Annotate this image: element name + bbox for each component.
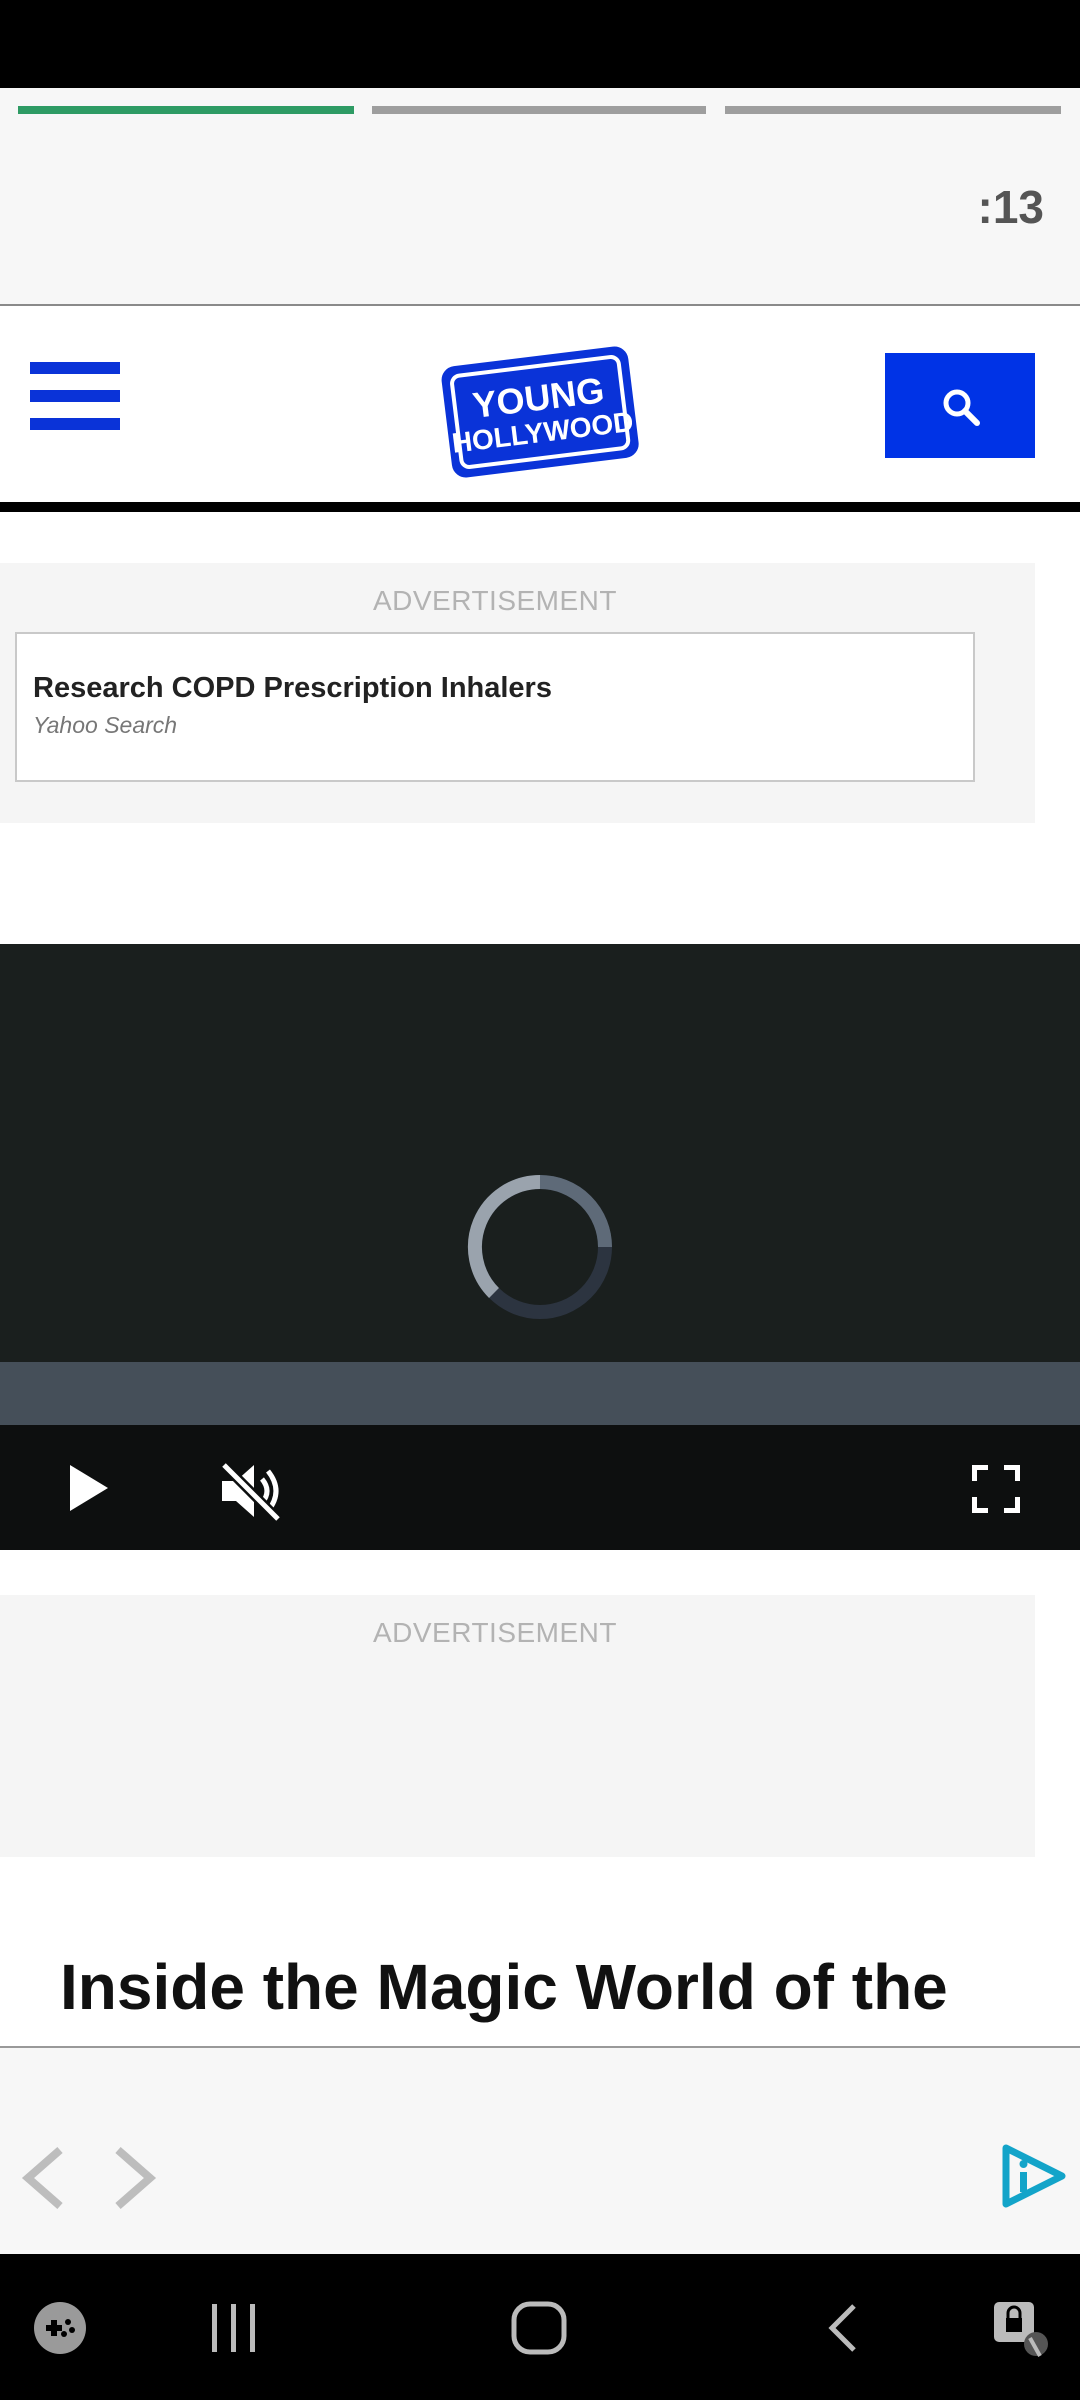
ad-label: ADVERTISEMENT (372, 585, 618, 616)
ad-title[interactable]: Research COPD Prescription Inhalers (33, 672, 552, 705)
muted-speaker-icon[interactable] (218, 1461, 284, 1521)
accessibility-icon[interactable] (990, 2298, 1056, 2362)
video-progress-bar[interactable] (0, 1362, 1080, 1425)
fullscreen-icon[interactable] (972, 1465, 1020, 1513)
story-progress-area: :13 (0, 88, 1080, 306)
advertisement-1: ADVERTISEMENT Research COPD Prescription… (0, 563, 1035, 823)
hamburger-menu-icon[interactable] (30, 362, 120, 432)
system-navigation-bar (0, 2254, 1080, 2400)
story-segment-2 (372, 106, 706, 114)
game-launcher-icon[interactable] (32, 2300, 88, 2356)
recent-apps-icon[interactable] (206, 2302, 262, 2354)
story-segment-3 (725, 106, 1061, 114)
ad-card[interactable]: Research COPD Prescription Inhalers Yaho… (15, 632, 975, 782)
brand-play-icon[interactable] (998, 2144, 1068, 2208)
ad-label: ADVERTISEMENT (372, 1617, 618, 1648)
chevron-left-icon[interactable] (20, 2146, 66, 2210)
back-icon[interactable] (822, 2302, 862, 2354)
site-header: YOUNG HOLLYWOOD (0, 308, 1080, 512)
loading-spinner-icon (467, 1175, 612, 1319)
video-controls (0, 1425, 1080, 1550)
story-segment-1 (18, 106, 354, 114)
young-hollywood-logo[interactable]: YOUNG HOLLYWOOD (440, 336, 640, 478)
story-timer: :13 (977, 181, 1044, 233)
video-player[interactable] (0, 944, 1080, 1550)
search-icon (943, 389, 980, 426)
article-headline[interactable]: Inside the Magic World of the (60, 1950, 948, 2024)
advertisement-2: ADVERTISEMENT (0, 1595, 1035, 1857)
search-button[interactable] (885, 353, 1035, 458)
story-bottom-nav (0, 2048, 1080, 2254)
ad-source: Yahoo Search (33, 712, 178, 738)
home-icon[interactable] (510, 2300, 568, 2356)
play-icon[interactable] (66, 1463, 110, 1513)
chevron-right-icon[interactable] (112, 2146, 158, 2210)
status-bar (0, 0, 1080, 88)
